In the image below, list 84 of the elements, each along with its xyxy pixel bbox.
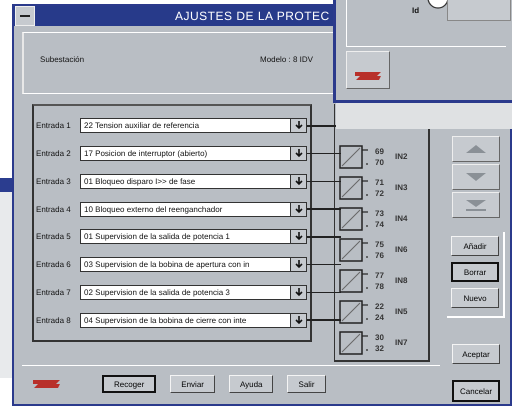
down-arrow-icon	[294, 176, 302, 186]
connector-line	[307, 180, 341, 182]
relay-contact-icon	[339, 206, 371, 230]
terminal-number: 77	[375, 270, 385, 280]
arrow-button[interactable]	[452, 164, 500, 190]
input-label: Entrada 1	[36, 121, 72, 130]
logo-icon	[32, 378, 62, 390]
relay-contact-icon	[339, 300, 371, 324]
input-dropdown[interactable]: 10 Bloqueo externo del reenganchador	[80, 202, 307, 217]
terminal-number: 70	[375, 156, 385, 168]
arrow-button[interactable]	[452, 136, 500, 162]
dialog-button[interactable]: Salir	[287, 375, 326, 393]
input-label: Entrada 4	[36, 204, 72, 214]
input-dropdown[interactable]: 02 Supervision de la salida de potencia 3	[80, 284, 307, 300]
input-label: Entrada 5	[36, 232, 72, 242]
window-menu-button[interactable]	[15, 6, 35, 26]
dialog-button[interactable]: Recoger	[102, 375, 156, 393]
input-dropdown[interactable]: 01 Supervision de la salida de potencia 1	[80, 229, 307, 244]
input-label: Entrada 3	[36, 176, 72, 186]
relay-contact-icon	[339, 176, 371, 200]
down-arrow-icon	[294, 121, 302, 130]
connector-line	[307, 236, 341, 238]
connector-line	[307, 264, 341, 266]
input-name: IN5	[395, 307, 408, 316]
terminal-number: 75	[375, 238, 385, 250]
input-name: IN6	[395, 245, 408, 254]
terminal-number: 30	[375, 332, 385, 342]
input-dropdown[interactable]: 22 Tension auxiliar de referencia	[80, 118, 307, 134]
id-field[interactable]	[447, 0, 511, 21]
connector-line	[307, 208, 341, 210]
input-name: IN2	[395, 152, 408, 161]
terminal-number: 24	[375, 312, 385, 322]
edit-button[interactable]: Añadir	[451, 236, 499, 256]
terminal-number: 32	[375, 342, 385, 354]
input-name: IN4	[395, 214, 408, 223]
input-dropdown[interactable]: 04 Supervision de la bobina de cierre con inte	[80, 312, 307, 328]
input-dropdown[interactable]: 03 Supervision de la bobina de apertura con in	[80, 257, 307, 272]
terminal-number: 73	[375, 208, 385, 218]
accept-button[interactable]: Aceptar	[452, 344, 500, 364]
connector-line	[307, 319, 341, 321]
input-name: IN3	[395, 183, 408, 192]
id-label: Id	[412, 6, 420, 15]
minus-icon	[20, 14, 30, 18]
input-label: Entrada 6	[36, 260, 72, 270]
terminal-number: 78	[375, 280, 385, 292]
terminal-number: 69	[375, 146, 385, 156]
cancel-button[interactable]: Cancelar	[452, 380, 500, 402]
down-arrow-icon	[294, 204, 302, 214]
terminal-number: 72	[375, 188, 385, 198]
model-label: Modelo : 8 IDV	[260, 54, 313, 64]
logo-button[interactable]	[346, 51, 390, 89]
connector-line	[307, 152, 341, 154]
input-label: Entrada 2	[36, 149, 72, 158]
terminal-number: 22	[375, 300, 385, 312]
down-arrow-icon	[294, 232, 302, 242]
terminal-number: 71	[375, 176, 385, 188]
input-label: Entrada 8	[36, 316, 72, 325]
relay-contact-icon	[339, 144, 371, 168]
terminal-number: 76	[375, 250, 385, 260]
arrow-button[interactable]	[452, 192, 500, 218]
down-arrow-icon	[294, 288, 302, 297]
terminal-number: 74	[375, 218, 385, 230]
relay-contact-icon	[339, 238, 371, 262]
input-name: IN7	[395, 338, 408, 347]
dialog-button[interactable]: Ayuda	[228, 375, 274, 393]
input-dropdown[interactable]: 17 Posicion de interruptor (abierto)	[80, 146, 307, 162]
down-arrow-icon	[294, 316, 302, 325]
relay-contact-icon	[339, 268, 371, 292]
down-arrow-icon	[294, 260, 302, 270]
down-triangle-icon	[466, 172, 486, 182]
logo-icon	[354, 70, 382, 82]
down-to-bar-icon	[466, 198, 486, 212]
input-name: IN8	[395, 276, 408, 285]
relay-contact-icon	[339, 330, 371, 354]
edit-button[interactable]: Nuevo	[451, 288, 499, 308]
window-title: AJUSTES DE LA PROTEC	[175, 9, 330, 23]
connector-line	[307, 292, 341, 294]
station-label: Subestación	[40, 54, 84, 64]
input-dropdown[interactable]: 01 Bloqueo disparo I>> de fase	[80, 174, 307, 189]
up-triangle-icon	[466, 144, 486, 154]
input-label: Entrada 7	[36, 288, 72, 297]
edit-button[interactable]: Borrar	[451, 262, 499, 282]
down-arrow-icon	[294, 149, 302, 158]
dialog-button[interactable]: Enviar	[170, 375, 215, 393]
